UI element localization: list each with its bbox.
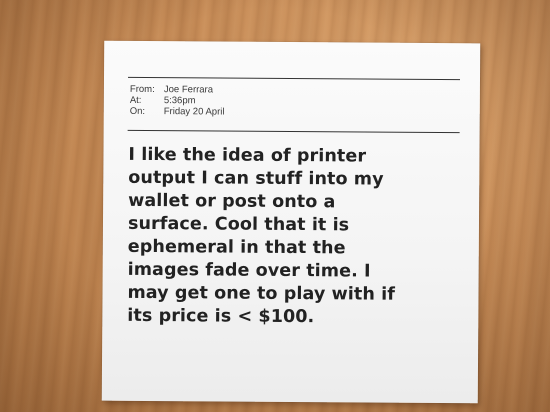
meta-value-at: 5:36pm <box>163 95 196 107</box>
meta-label-at: At: <box>129 94 142 106</box>
message-line: output I can stuff into my <box>128 167 384 190</box>
meta-row-at: At: 5:36pm <box>130 95 225 107</box>
meta-label-on: On: <box>129 105 146 117</box>
thermal-printout: From: Joe Ferrara At: 5:36pm On: Friday … <box>101 40 481 404</box>
header-top-rule <box>128 76 461 81</box>
meta-label-from: From: <box>129 83 155 96</box>
meta-row-on: On: Friday 20 April <box>130 106 225 118</box>
message-body: I like the idea of printer output I can … <box>127 144 458 330</box>
header-bottom-rule <box>127 129 460 134</box>
meta-value-on: Friday 20 April <box>163 106 225 118</box>
message-line: surface. Cool that it is <box>127 213 350 236</box>
message-line: ephemeral in that the <box>127 236 346 259</box>
message-line: I like the idea of printer <box>128 144 367 167</box>
message-line: wallet or post onto a <box>128 190 336 213</box>
message-line: its price is < $100. <box>127 305 315 328</box>
message-line: images fade over time. I <box>127 259 371 282</box>
message-metadata: From: Joe Ferrara At: 5:36pm On: Friday … <box>130 84 225 118</box>
message-line: may get one to play with if <box>127 282 396 305</box>
meta-row-from: From: Joe Ferrara <box>130 84 225 96</box>
meta-value-from: Joe Ferrara <box>163 84 214 96</box>
